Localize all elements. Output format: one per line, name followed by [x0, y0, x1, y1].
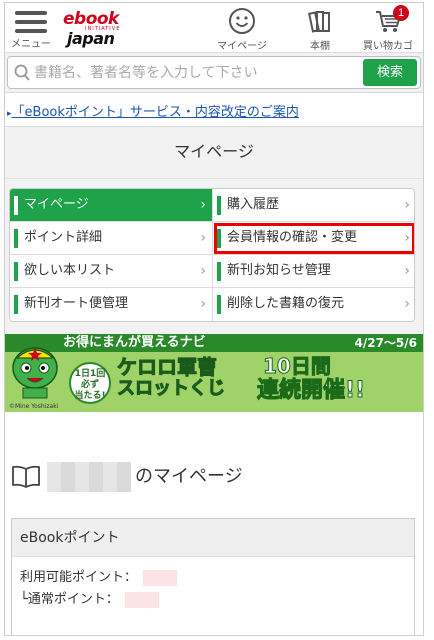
search-input[interactable]: [34, 61, 364, 85]
menu-item-mypage[interactable]: マイページ ›: [10, 189, 213, 222]
search-box: 検索: [7, 56, 421, 89]
menu-button[interactable]: メニュー: [11, 7, 51, 51]
menu-item-label: 欲しい本リスト: [24, 263, 116, 278]
logo-main: ebook: [63, 9, 119, 29]
banner-renzoku: 連続開催!!: [256, 378, 366, 404]
chevron-right-icon: ›: [404, 263, 410, 279]
mypage-menu: マイページ › 購入履歴 › ポイント詳細 › 会員情報の確認・変更 › 欲しい…: [9, 188, 415, 322]
chevron-right-icon: ›: [404, 197, 410, 213]
page-title: マイページ: [5, 127, 423, 179]
mypage-title: のマイページ: [135, 466, 243, 487]
banner-headline: お得にまんが買えるナビ: [63, 335, 206, 350]
smiley-icon: [229, 8, 255, 34]
menu-item-point-details[interactable]: ポイント詳細 ›: [10, 222, 213, 255]
badge-line-3: 当たる!: [74, 391, 106, 401]
daily-badge: 1日1回 必ず 当たる!: [69, 362, 111, 404]
bookshelf-icon: [308, 11, 330, 33]
app-frame: メニュー ebook INITIATIVE japan マイページ 本棚 買い物…: [4, 2, 424, 636]
banner-topbar: お得にまんが買えるナビ 4/27～5/6: [5, 334, 423, 352]
open-book-icon: [12, 465, 40, 488]
banner-copyright: ©Mine Yoshizaki: [9, 403, 59, 410]
banner-ten-days: 10日間: [263, 354, 332, 379]
menu-label: メニュー: [11, 39, 51, 50]
bookshelf-nav[interactable]: 本棚: [295, 7, 345, 52]
game-title-1: ケロロ軍曹: [117, 355, 218, 379]
available-points-redacted: [143, 569, 178, 586]
menu-item-member-info[interactable]: 会員情報の確認・変更 ›: [213, 222, 414, 255]
chevron-right-icon: ›: [200, 197, 206, 213]
chevron-right-icon: ›: [200, 263, 206, 279]
hamburger-icon: [15, 11, 47, 33]
cart-nav[interactable]: 買い物カゴ 1: [361, 5, 415, 52]
menu-item-label: 削除した書籍の復元: [227, 296, 345, 311]
keroro-character-icon: [12, 347, 58, 399]
search-bar: 検索: [5, 53, 423, 93]
normal-points-label: └通常ポイント：: [20, 592, 119, 607]
menu-item-label: 会員情報の確認・変更: [227, 230, 358, 245]
menu-item-wishlist[interactable]: 欲しい本リスト ›: [10, 255, 213, 288]
username-redacted: [47, 462, 131, 492]
cart-count-badge: 1: [393, 5, 409, 21]
menu-item-purchase-history[interactable]: 購入履歴 ›: [213, 189, 414, 222]
available-points-row: 利用可能ポイント：: [12, 567, 414, 589]
campaign-banner[interactable]: お得にまんが買えるナビ 4/27～5/6 1日1回 必ず 当たる! ケロロ軍曹 …: [5, 334, 423, 412]
site-header: メニュー ebook INITIATIVE japan マイページ 本棚 買い物…: [5, 3, 423, 53]
normal-points-row: └通常ポイント：: [12, 589, 414, 611]
chevron-right-icon: ›: [404, 296, 410, 312]
menu-item-label: 新刊オート便管理: [24, 296, 129, 311]
menu-item-label: 新刊お知らせ管理: [227, 263, 331, 278]
menu-item-label: ポイント詳細: [24, 230, 103, 245]
slot-game-logo: ケロロ軍曹 スロットくじ: [117, 356, 257, 404]
logo-bottom: japan: [67, 29, 115, 48]
bookshelf-nav-label: 本棚: [310, 41, 330, 52]
chevron-right-icon: ›: [200, 230, 206, 246]
menu-item-new-release-notice[interactable]: 新刊お知らせ管理 ›: [213, 255, 414, 288]
badge-line-2: 必ず: [80, 380, 99, 390]
points-heading: eBookポイント: [12, 519, 414, 557]
search-button[interactable]: 検索: [363, 59, 417, 86]
mypage-section: のマイページ eBookポイント 利用可能ポイント： └通常ポイント：: [5, 412, 423, 635]
ebookjapan-logo[interactable]: ebook INITIATIVE japan: [63, 9, 145, 48]
mypage-nav-label: マイページ: [217, 41, 267, 52]
cart-nav-label: 買い物カゴ: [363, 41, 413, 52]
mypage-heading: のマイページ: [5, 456, 423, 498]
game-title-2: スロットくじ: [117, 378, 226, 400]
chevron-right-icon: ›: [404, 230, 410, 246]
notice-bar: ▸「eBookポイント」サービス・内容改定のご案内: [5, 93, 423, 127]
mypage-menu-area: マイページ › 購入履歴 › ポイント詳細 › 会員情報の確認・変更 › 欲しい…: [5, 179, 423, 334]
notice-link[interactable]: 「eBookポイント」サービス・内容改定のご案内: [12, 105, 299, 120]
menu-item-label: マイページ: [24, 197, 89, 212]
search-icon: [14, 64, 30, 81]
points-panel: eBookポイント 利用可能ポイント： └通常ポイント：: [11, 518, 415, 635]
normal-points-redacted: [124, 591, 159, 608]
chevron-right-icon: ›: [200, 296, 206, 312]
menu-item-auto-delivery[interactable]: 新刊オート便管理 ›: [10, 288, 213, 321]
badge-line-1: 1日1回: [74, 369, 106, 379]
menu-item-label: 購入履歴: [227, 197, 280, 212]
banner-dates: 4/27～5/6: [354, 336, 417, 350]
available-points-label: 利用可能ポイント：: [20, 570, 138, 585]
menu-item-restore-deleted[interactable]: 削除した書籍の復元 ›: [213, 288, 414, 321]
mypage-nav[interactable]: マイページ: [217, 7, 267, 52]
